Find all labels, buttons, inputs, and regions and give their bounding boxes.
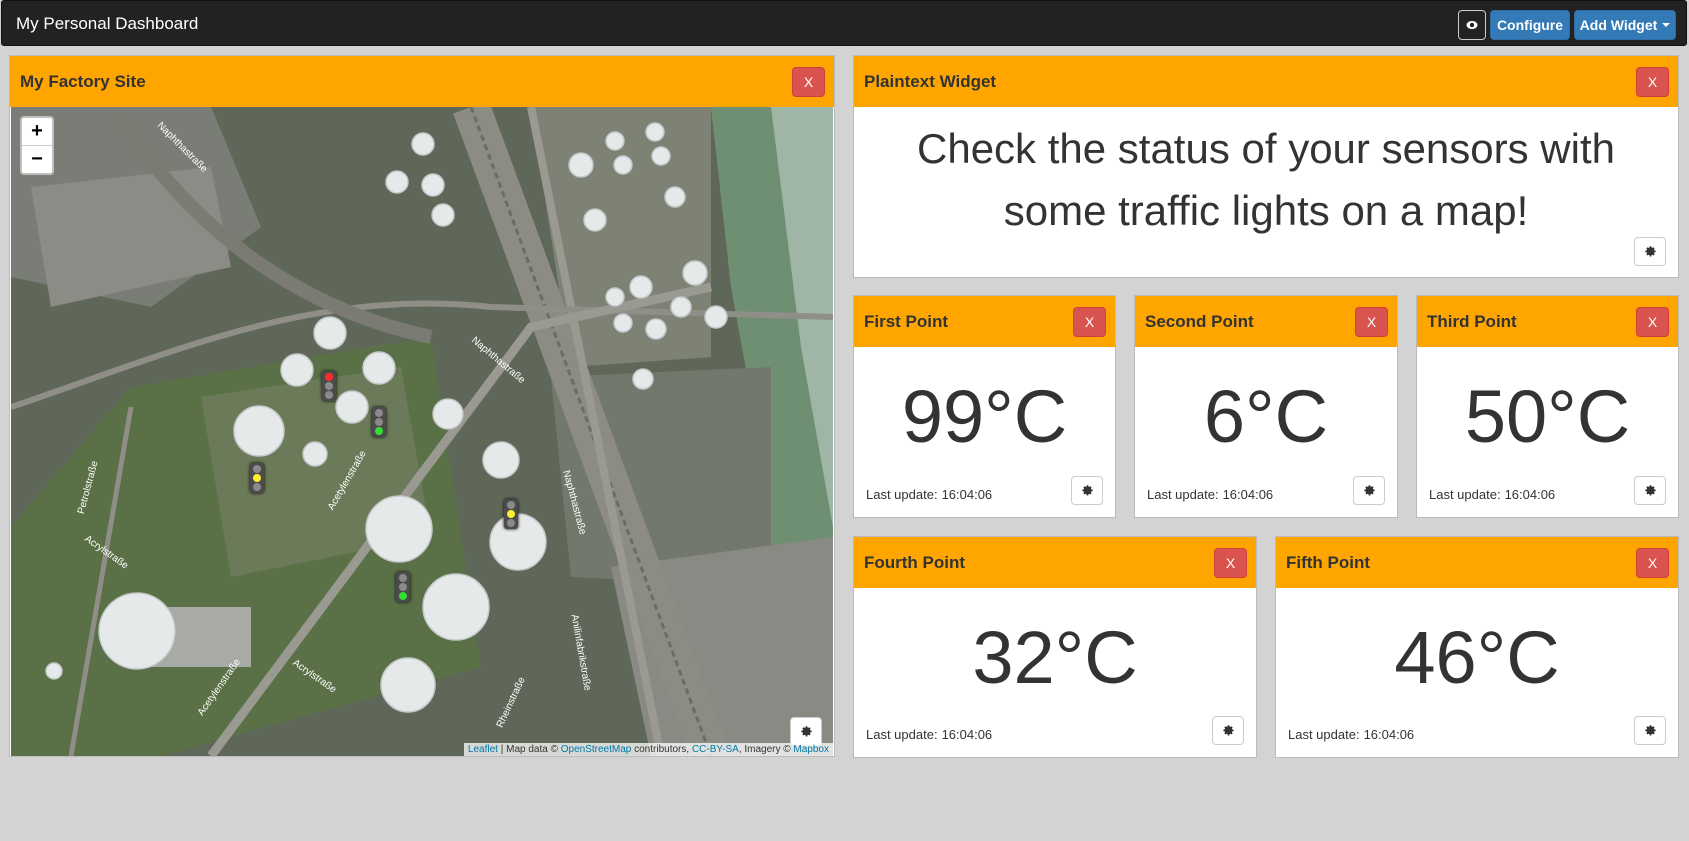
point-widget-fourth: Fourth Point X 32°C Last update: 16:04:06 [853,536,1257,758]
osm-link[interactable]: OpenStreetMap [561,744,632,755]
close-widget-button[interactable]: X [1636,548,1669,578]
gear-icon [800,726,812,737]
temperature-value: 50°C [1464,375,1631,458]
add-widget-button[interactable]: Add Widget [1574,10,1676,40]
gear-icon [1081,485,1093,496]
point-widget-third: Third Point X 50°C Last update: 16:04:06 [1416,295,1679,518]
last-update: Last update: 16:04:06 [1429,487,1559,502]
close-widget-button[interactable]: X [1214,548,1247,578]
settings-button[interactable] [1071,476,1103,505]
toggle-view-button[interactable] [1458,10,1486,40]
plaintext-widget: Plaintext Widget X Check the status of y… [853,55,1679,278]
satellite-map[interactable]: + − Naphthastraße Naphthastraße Naphthas… [11,107,833,756]
widget-header: Plaintext Widget X [854,56,1678,107]
traffic-light-icon[interactable] [504,499,518,529]
close-widget-button[interactable]: X [1355,307,1388,337]
point-widget-fifth: Fifth Point X 46°C Last update: 16:04:06 [1275,536,1679,758]
widget-header: Fourth Point X [854,537,1256,588]
last-update-time: 16:04:06 [941,727,993,742]
zoom-in-button[interactable]: + [22,118,52,145]
last-update: Last update: 16:04:06 [1288,727,1418,742]
close-widget-button[interactable]: X [1636,307,1669,337]
last-update: Last update: 16:04:06 [866,727,996,742]
widget-title: First Point [864,312,949,331]
temperature-value: 32°C [972,616,1138,699]
last-update-time: 16:04:06 [941,487,993,502]
gear-icon [1644,246,1656,257]
traffic-light-icon[interactable] [250,463,264,493]
temperature-value: 46°C [1394,616,1560,699]
settings-button[interactable] [1212,716,1244,745]
temperature-value: 6°C [1203,375,1329,458]
close-widget-button[interactable]: X [792,67,825,97]
traffic-light-icon[interactable] [372,407,386,437]
widget-title: Fifth Point [1286,553,1371,572]
configure-button[interactable]: Configure [1490,10,1570,40]
map-imagery [11,107,833,756]
attribution-text: contributors, [631,744,692,755]
settings-button[interactable] [1634,716,1666,745]
plaintext-content: Check the status of your sensors with so… [854,118,1678,242]
widget-title: Second Point [1145,312,1254,331]
widget-header: Second Point X [1135,296,1397,347]
license-link[interactable]: CC-BY-SA [692,744,739,755]
settings-button[interactable] [1353,476,1385,505]
widget-title: Third Point [1427,312,1517,331]
widget-header: My Factory Site X [10,56,834,107]
zoom-control: + − [20,116,54,175]
top-navbar: My Personal Dashboard Configure Add Widg… [1,0,1687,46]
gear-icon [1363,485,1375,496]
settings-button[interactable] [790,717,822,746]
settings-button[interactable] [1634,476,1666,505]
close-widget-button[interactable]: X [1636,67,1669,97]
attribution-text: , Imagery © [738,744,794,755]
widget-title: Plaintext Widget [864,72,997,91]
widget-header: Third Point X [1417,296,1678,347]
caret-down-icon [1662,23,1671,27]
widget-header: Fifth Point X [1276,537,1678,588]
last-update-time: 16:04:06 [1363,727,1415,742]
map-widget: My Factory Site X + − Naphthastraße Naph… [9,55,835,757]
plaintext-line: some traffic lights on a map! [1003,187,1529,234]
last-update: Last update: 16:04:06 [1147,487,1277,502]
mapbox-link[interactable]: Mapbox [793,744,829,755]
plaintext-line: Check the status of your sensors with [917,125,1615,172]
point-widget-second: Second Point X 6°C Last update: 16:04:06 [1134,295,1398,518]
last-update-label: Last update: [1147,487,1219,502]
close-widget-button[interactable]: X [1073,307,1106,337]
point-widget-first: First Point X 99°C Last update: 16:04:06 [853,295,1116,518]
gear-icon [1644,725,1656,736]
last-update-label: Last update: [866,487,938,502]
last-update-label: Last update: [866,727,938,742]
dashboard-title[interactable]: My Personal Dashboard [16,14,198,34]
attribution-text: | Map data © [497,744,561,755]
widget-title: Fourth Point [864,553,966,572]
leaflet-link[interactable]: Leaflet [468,744,498,755]
widget-header: First Point X [854,296,1115,347]
last-update-time: 16:04:06 [1222,487,1274,502]
traffic-light-icon[interactable] [322,371,336,401]
gear-icon [1222,725,1234,736]
zoom-out-button[interactable]: − [22,145,52,173]
last-update-label: Last update: [1288,727,1360,742]
widget-title: My Factory Site [20,72,146,91]
add-widget-label: Add Widget [1579,17,1658,33]
last-update-time: 16:04:06 [1504,487,1556,502]
map-attribution: Leaflet | Map data © OpenStreetMap contr… [463,743,833,756]
gear-icon [1644,485,1656,496]
settings-button[interactable] [1634,237,1666,266]
last-update-label: Last update: [1429,487,1501,502]
last-update: Last update: 16:04:06 [866,487,996,502]
eye-icon [1466,21,1478,29]
traffic-light-icon[interactable] [396,572,410,602]
temperature-value: 99°C [901,375,1068,458]
